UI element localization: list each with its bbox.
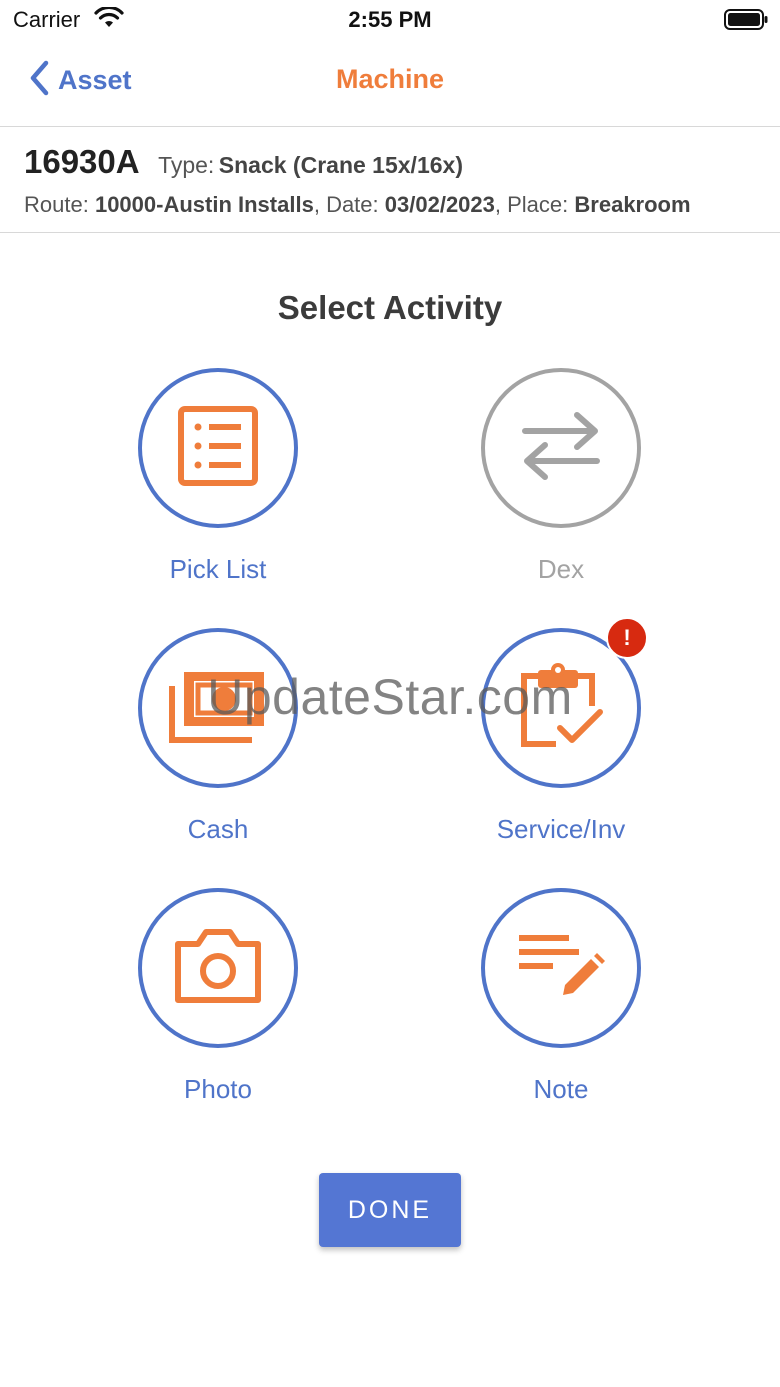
swap-arrows-icon <box>519 411 603 486</box>
activity-label: Photo <box>184 1074 252 1104</box>
activity-label: Note <box>533 1074 589 1104</box>
watermark: UpdateStar.com <box>207 669 573 725</box>
activity-circle <box>481 368 641 528</box>
activity-label: Pick List <box>169 554 267 584</box>
route-value: 10000-Austin Installs <box>94 192 314 217</box>
place-value: Breakroom <box>574 192 691 217</box>
machine-id: 16930A <box>24 143 140 180</box>
activity-circle <box>138 628 298 788</box>
done-button[interactable]: DONE <box>319 1173 461 1247</box>
page-title: Machine <box>335 64 445 94</box>
battery-icon <box>724 9 768 36</box>
date-value: 03/02/2023 <box>384 192 495 217</box>
machine-header: 16930A Type: Snack (Crane 15x/16x) Route… <box>0 127 780 233</box>
list-icon <box>177 405 259 492</box>
section-title: Select Activity <box>277 289 503 326</box>
nav-bar: Asset Machine <box>0 40 780 127</box>
activity-label: Dex <box>537 554 585 584</box>
alert-badge: ! <box>606 617 648 659</box>
place-label: Place: <box>507 192 569 217</box>
date-label: Date: <box>326 192 379 217</box>
type-label: Type: <box>158 152 215 178</box>
clipboard-check-icon <box>516 662 606 755</box>
machine-summary: 16930A Type: Snack (Crane 15x/16x) <box>24 143 463 181</box>
camera-icon <box>172 926 264 1011</box>
activity-label: Cash <box>187 814 249 844</box>
status-bar: Carrier 2:55 PM <box>0 0 780 40</box>
route-label: Route: <box>24 192 89 217</box>
status-time: 2:55 PM <box>348 7 432 32</box>
cash-icon <box>168 668 268 749</box>
activity-label: Service/Inv <box>496 814 626 844</box>
type-value: Snack (Crane 15x/16x) <box>218 152 463 178</box>
machine-details: Route: 10000-Austin Installs, Date: 03/0… <box>24 192 691 217</box>
activity-circle <box>481 888 641 1048</box>
activity-circle <box>138 368 298 528</box>
activity-circle <box>138 888 298 1048</box>
note-edit-icon <box>517 931 605 1006</box>
